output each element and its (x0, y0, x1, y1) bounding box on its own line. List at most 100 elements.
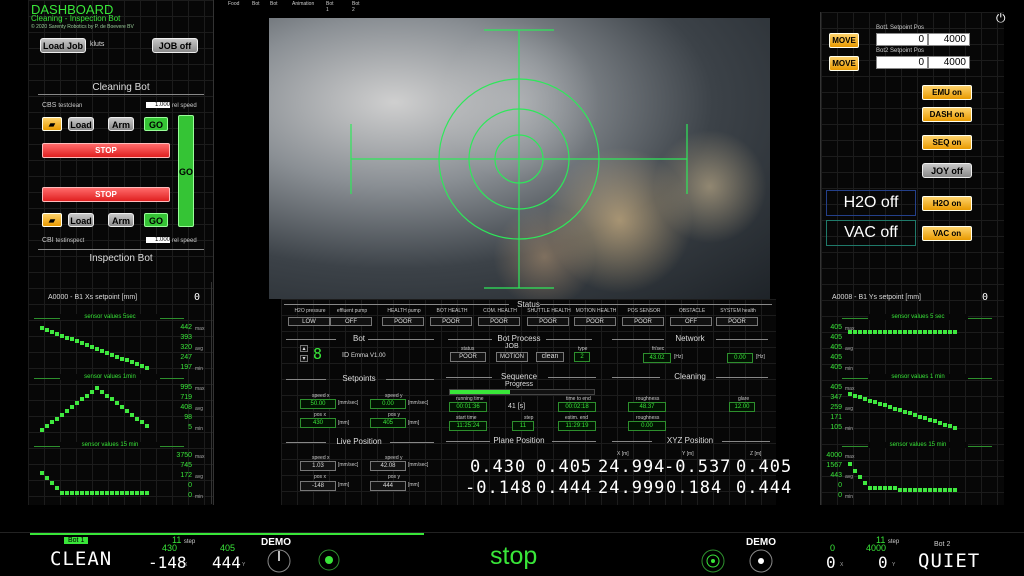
chart-bar (90, 389, 94, 394)
move-button-1[interactable]: MOVE (829, 33, 859, 48)
speed-label: rel speed (172, 103, 197, 109)
load-job-button[interactable]: Load Job (40, 38, 86, 53)
chart-bar (135, 490, 139, 495)
chart-bar (65, 408, 69, 413)
chart-bar (80, 397, 84, 402)
chart-stat: 745 (180, 462, 192, 469)
vac-button[interactable]: VAC on (922, 226, 972, 241)
chart-bar (145, 490, 149, 495)
cbi-speed[interactable]: 1.000 (146, 237, 170, 243)
folder-icon[interactable]: ▰ (42, 117, 62, 131)
arm-button-2[interactable]: Arm (108, 213, 134, 227)
joy-button[interactable]: JOY off (922, 163, 972, 178)
xyz-x-2: 24.999 (598, 478, 666, 498)
nav-bot1[interactable]: Bot 1 (326, 1, 334, 13)
power-icon[interactable]: ⏻ (996, 12, 1008, 24)
chart-bar (903, 330, 907, 335)
h2o-button[interactable]: H2O on (922, 196, 972, 211)
emu-button[interactable]: EMU on (922, 85, 972, 100)
chart-stat: 0 (838, 492, 842, 499)
seq-button[interactable]: SEQ on (922, 135, 972, 150)
divider (286, 339, 336, 340)
chart-bar (135, 362, 139, 367)
go-button[interactable]: GO (144, 117, 168, 131)
stop-status[interactable]: stop (490, 542, 537, 571)
nav-food[interactable]: Food (228, 1, 239, 7)
chart-stat-label: avg (845, 346, 854, 352)
process-motion: MOTION (496, 352, 528, 362)
bot-toggle-down[interactable]: ▾ (300, 355, 308, 362)
chart-stat: 405 (830, 344, 842, 351)
live-speed-y: 42.08 (370, 461, 406, 471)
cbs-speed[interactable]: 1.000 (146, 102, 170, 108)
bottom-progress (30, 533, 424, 535)
chart-bar (60, 333, 64, 338)
chart-bar (913, 488, 917, 493)
app-subtitle: Cleaning - Inspection Bot (31, 14, 121, 23)
chart-bar (938, 488, 942, 493)
arm-button[interactable]: Arm (108, 117, 134, 131)
nav-bot2[interactable]: Bot 2 (352, 1, 360, 13)
chart-bar (50, 329, 54, 334)
status-value: POOR (430, 317, 472, 326)
sp-speed-x: 50.00 (300, 399, 336, 409)
chart-bar (953, 488, 957, 493)
chart-stat: 347 (830, 394, 842, 401)
chart-bar (60, 490, 64, 495)
chart-bar (948, 330, 952, 335)
move-button-2[interactable]: MOVE (829, 56, 859, 71)
go-big-button[interactable]: GO (178, 115, 194, 227)
chart-stat: 171 (830, 414, 842, 421)
chart-bar (115, 490, 119, 495)
chart-stat: 443 (830, 472, 842, 479)
load-button[interactable]: Load (68, 117, 94, 131)
nav-animation[interactable]: Animation (292, 1, 314, 7)
bot2-setpoint-a[interactable]: 0 (876, 56, 928, 69)
chart-bar (115, 354, 119, 359)
bot-toggle-up[interactable]: ▴ (300, 345, 308, 352)
roughness-value: 48.37 (628, 402, 666, 412)
start-time: 11:25:24 (449, 421, 487, 431)
sp-pos-y: 405 (370, 418, 406, 428)
stop-button[interactable]: STOP (42, 143, 170, 158)
nav-bot[interactable]: Bot (252, 1, 260, 7)
bot2-x-top: 0 (830, 543, 836, 553)
chart-bar (135, 416, 139, 421)
chart-bar (928, 417, 932, 422)
chart-stat: 5 (188, 424, 192, 431)
right-setpoint-label: A0008 - B1 Ys setpoint [mm] (832, 294, 921, 301)
chart-bar (938, 421, 942, 426)
chart-bar (130, 360, 134, 365)
live-speed-x: 1.03 (300, 461, 336, 471)
load-button-2[interactable]: Load (68, 213, 94, 227)
chart-bar (45, 475, 49, 480)
bot1-setpoint-a[interactable]: 0 (876, 33, 928, 46)
chart-bar (60, 412, 64, 417)
chart-bar (80, 490, 84, 495)
network-unit-2: [Hz] (756, 354, 765, 360)
camera-view[interactable] (269, 18, 770, 299)
live-pos-y: 444 (370, 481, 406, 491)
folder-icon-2[interactable]: ▰ (42, 213, 62, 227)
bot1-y: 444 (212, 553, 241, 572)
chart-stat: 0 (188, 482, 192, 489)
chart-bar (878, 330, 882, 335)
go-button-2[interactable]: GO (144, 213, 168, 227)
chart-stat: 408 (180, 404, 192, 411)
bot2-setpoint-b[interactable]: 4000 (928, 56, 970, 69)
chart-bar (848, 330, 852, 335)
chart-bar (883, 403, 887, 408)
job-off-button[interactable]: JOB off (152, 38, 198, 53)
progress-fill (450, 390, 511, 394)
nav-bot-2[interactable]: Bot (270, 1, 278, 7)
live-pos-y-label: pos y (388, 474, 400, 480)
seq-percent: 41 [s] (508, 403, 526, 410)
bot1-setpoint-b[interactable]: 4000 (928, 33, 970, 46)
stop-button-2[interactable]: STOP (42, 187, 170, 202)
dash-button[interactable]: DASH on (922, 107, 972, 122)
bot2-mode: QUIET (918, 550, 981, 572)
live-unit-speed-2: [mm/sec] (408, 462, 429, 468)
setpoint-label: A0000 - B1 Xs setpoint [mm] (48, 294, 138, 301)
divider (38, 249, 204, 250)
bot-index: 8 (313, 345, 323, 363)
